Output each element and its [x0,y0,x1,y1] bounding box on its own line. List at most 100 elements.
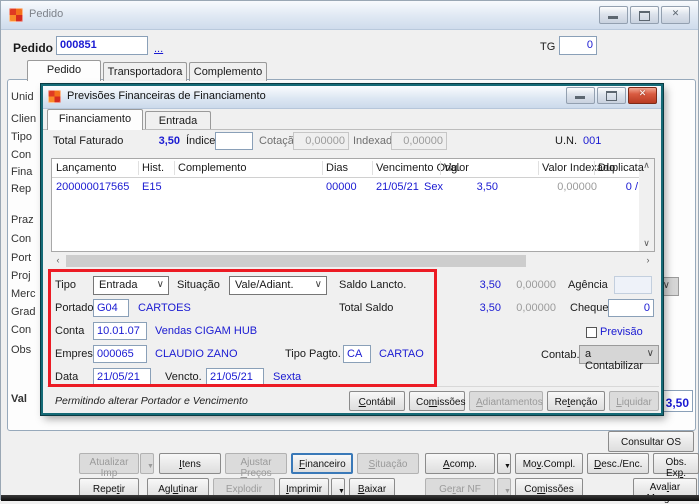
data-input[interactable]: 21/05/21 [93,368,151,386]
minimize-icon[interactable] [566,87,595,104]
vencto-input[interactable]: 21/05/21 [206,368,264,386]
sidebar-field-label: Rep [11,183,32,195]
modal-title: Previsões Financeiras de Financiamento [67,90,266,102]
column-separator [322,161,323,175]
status-note: Permitindo alterar Portador e Vencimento [55,395,248,407]
column-separator [594,161,595,175]
tab-financiamento[interactable]: Financiamento [47,109,143,130]
table-row-cell-vencimento[interactable]: 21/05/21 [376,181,422,193]
agencia-input[interactable] [614,276,652,294]
window-title: Pedido [29,8,64,20]
previsoes-financeiras-dialog: Previsões Financeiras de Financiamento ✕… [40,83,664,416]
dropdown-arrow-icon[interactable]: ▼ [497,453,511,474]
desc-enc-button[interactable]: Desc./Enc. [587,453,649,474]
close-icon[interactable]: ✕ [628,87,657,104]
mov-compl-button[interactable]: Mov.Compl. [515,453,583,474]
sidebar-field-label: Obs [11,344,32,356]
un-label: U.N. [555,135,577,147]
ajustar-pre-os-button: Ajustar Preços [225,453,287,479]
indice-label: Índice [186,135,216,147]
lancamentos-table: ∧ ∨ Lançamento Hist. Complemento Dias Vencim… [51,158,655,252]
column-header[interactable]: Hist. [142,162,164,174]
table-row-cell-valor[interactable]: 3,50 [442,181,498,193]
tab-entrada[interactable]: Entrada [145,111,211,130]
cigam-logo-icon [48,90,61,103]
acomp-button[interactable]: Acomp. [425,453,495,474]
cont-bil-button[interactable]: Contábil [349,391,405,411]
situacao-select[interactable]: Vale/Adiant. ∨ [229,276,327,295]
window-bottom-edge [1,495,699,501]
reten-o-button[interactable]: Retenção [547,391,605,411]
conta-input[interactable]: 10.01.07 [93,322,147,340]
chevron-down-icon: ∨ [314,279,322,290]
dropdown-arrow-icon: ▼ [140,453,154,474]
tg-label: TG [540,41,556,53]
table-row-cell-dias[interactable]: 00000 [326,181,370,193]
table-row-cell-valor-indexado[interactable]: 0,00000 [520,181,597,193]
financeiro-button[interactable]: Financeiro [291,453,353,474]
sidebar-field-label: Praz [11,214,34,226]
close-icon[interactable]: ✕ [661,6,690,24]
horizontal-scrollbar[interactable]: ‹ › [51,254,655,268]
order-number-input[interactable]: 000851 [56,36,148,55]
previsao-checkbox[interactable] [586,327,597,338]
table-row-cell-lancamento[interactable]: 200000017565 [56,181,140,193]
cotacao-input: 0,00000 [293,132,349,150]
tipo-pagto-input[interactable]: CA [343,345,371,363]
obs-exp-button[interactable]: Obs. Exp. [653,453,699,479]
scrollbar-thumb[interactable] [66,255,526,267]
cheque-label: Cheque [570,302,609,314]
footer-divider [47,386,659,387]
sidebar-field-label: Unid [11,91,34,103]
tipo-pagto-desc: CARTAO [379,348,424,360]
column-separator [138,161,139,175]
tab-pedido[interactable]: Pedido [27,60,101,81]
cheque-input[interactable]: 0 [608,299,654,317]
total-saldo-label: Total Saldo [339,302,394,314]
indexado-input: 0,00000 [391,132,447,150]
column-header[interactable]: Valor [444,162,469,174]
scroll-right-icon[interactable]: › [641,254,655,268]
tab-transportadora[interactable]: Transportadora [103,62,187,81]
empresa-input[interactable]: 000065 [93,345,147,363]
portador-input[interactable]: G04 [93,299,129,317]
column-header[interactable]: Lançamento [56,162,117,174]
data-label: Data [55,371,79,383]
column-header[interactable]: Dias [326,162,348,174]
consultar-os-button[interactable]: Consultar OS [608,431,694,452]
tab-complemento[interactable]: Complemento [189,62,267,81]
indice-input[interactable] [215,132,253,150]
column-separator [174,161,175,175]
saldo-lancto-label: Saldo Lancto. [339,279,407,291]
tipo-label: Tipo [55,279,76,291]
atualizar-imp-button: Atualizar Imp [79,453,139,479]
total-faturado-label: Total Faturado [53,135,124,147]
sidebar-field-label: Con [11,233,32,245]
itens-button[interactable]: Itens [159,453,221,474]
comiss-es-button[interactable]: Comissões [409,391,466,411]
table-header-divider [52,177,654,178]
conta-desc: Vendas CIGAM HUB [155,325,258,337]
column-header[interactable]: Complemento [178,162,246,174]
order-label: Pedido [13,41,54,55]
scroll-down-icon[interactable]: ∨ [639,238,654,251]
adiantamentos-button: Adiantamentos [469,391,543,411]
maximize-icon[interactable] [630,6,659,24]
tipo-select[interactable]: Entrada ∨ [93,276,169,295]
contab-select[interactable]: a Contabilizar ∨ [579,345,659,372]
tg-input[interactable]: 0 [559,36,597,55]
un-value: 001 [583,135,602,147]
main-titlebar: Pedido ✕ [1,1,698,30]
column-header[interactable]: Duplicata [598,162,644,174]
portador-label: Portador [55,302,98,314]
order-lookup-link[interactable]: ... [154,43,163,55]
table-row-cell-hist[interactable]: E15 [142,181,176,193]
total-faturado-value: 3,50 [158,135,180,147]
minimize-icon[interactable] [599,6,628,24]
cigam-logo-icon [9,8,23,22]
table-row-cell-duplicata[interactable]: 0 / [600,181,638,193]
vale-field-label: Val [11,393,27,405]
maximize-icon[interactable] [597,87,626,104]
scroll-left-icon[interactable]: ‹ [51,254,65,268]
sidebar-field-label: Con [11,324,32,336]
